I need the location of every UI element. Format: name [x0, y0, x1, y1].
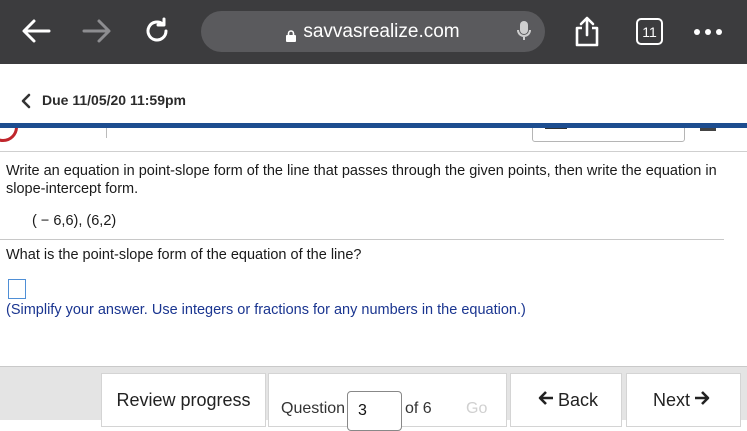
share-icon[interactable] — [570, 14, 604, 48]
question-prompt: What is the point-slope form of the equa… — [6, 247, 362, 263]
go-button[interactable]: Go — [466, 400, 487, 418]
tabs-icon[interactable]: 11 — [636, 18, 663, 45]
answer-input[interactable] — [8, 279, 26, 299]
answer-hint: (Simplify your answer. Use integers or f… — [6, 302, 526, 318]
question-label: Question — [281, 400, 346, 417]
question-instruction: Write an equation in point-slope form of… — [6, 163, 717, 197]
due-header: Due 11/05/20 11:59pm — [0, 77, 747, 123]
microphone-icon[interactable] — [517, 20, 531, 48]
arrow-left-icon — [534, 390, 558, 411]
tab-count: 11 — [642, 23, 657, 40]
next-label: Next — [652, 389, 690, 410]
given-points: ( − 6,6), (6,2) — [32, 213, 117, 229]
list-icon — [545, 128, 567, 129]
question-navigation: Review progress Question 3 of 6 Go Back … — [0, 366, 747, 431]
header-dropdown[interactable] — [532, 128, 685, 142]
next-button[interactable]: Next — [626, 373, 741, 427]
forward-arrow-icon[interactable] — [80, 14, 114, 48]
reload-icon[interactable] — [140, 14, 174, 48]
question-total: of 6 — [405, 400, 432, 417]
back-arrow-icon[interactable] — [19, 14, 53, 48]
back-label: Back — [557, 389, 599, 410]
chevron-left-icon[interactable] — [20, 93, 32, 114]
browser-toolbar: savvasrealize.com 11 — [0, 0, 747, 64]
assignment-header-clipped — [0, 128, 747, 152]
url-text: savvasrealize.com — [303, 20, 460, 42]
due-date: Due 11/05/20 11:59pm — [42, 92, 186, 108]
question-number-input[interactable]: 3 — [347, 391, 402, 431]
back-button[interactable]: Back — [510, 373, 622, 427]
logo-icon — [0, 128, 18, 142]
question-jump: Question 3 of 6 Go — [268, 373, 507, 431]
arrow-right-icon — [690, 390, 714, 411]
section-divider — [0, 239, 724, 240]
header-divider — [106, 128, 107, 138]
review-progress-label: Review progress — [116, 389, 251, 410]
lock-icon — [286, 26, 297, 42]
more-icon[interactable] — [694, 29, 722, 35]
address-bar[interactable]: savvasrealize.com — [201, 11, 545, 52]
review-progress-button[interactable]: Review progress — [101, 373, 266, 427]
settings-icon[interactable] — [700, 128, 716, 131]
